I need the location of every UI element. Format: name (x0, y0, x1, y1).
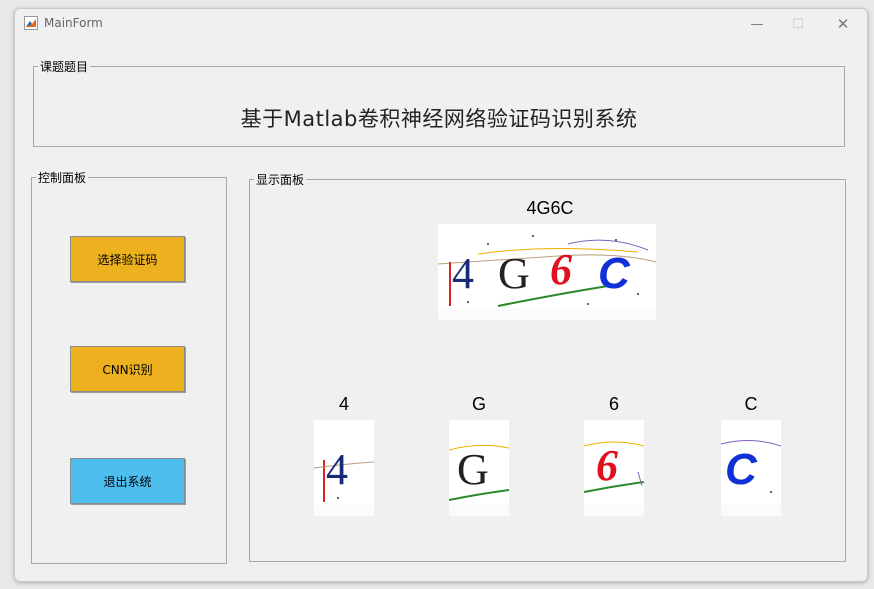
minimize-icon: — (750, 16, 764, 32)
main-window: MainForm — ☐ ✕ 课题题目 基于Matlab卷积神经网络验证码识别系… (14, 8, 868, 582)
title-bar[interactable]: MainForm — ☐ ✕ (15, 9, 867, 39)
char-image-3: 6 (584, 420, 644, 516)
char-label-4: C (744, 394, 758, 414)
char-label-1: 4 (338, 394, 349, 414)
svg-text:4: 4 (326, 445, 348, 494)
svg-text:C: C (598, 249, 631, 298)
minimize-button[interactable]: — (737, 13, 777, 35)
char-image-4: C (721, 420, 781, 516)
title-panel-legend: 课题题目 (40, 60, 89, 74)
svg-text:C: C (725, 445, 758, 494)
cnn-recognize-button[interactable]: CNN识别 (70, 346, 185, 392)
char-image-1-graphic: 4 (314, 420, 374, 504)
close-icon: ✕ (836, 15, 850, 33)
captcha-image: 4 G 6 C (438, 224, 656, 320)
char-image-2-graphic: G (449, 420, 509, 504)
svg-text:G: G (457, 445, 489, 494)
captcha-image-graphic: 4 G 6 C (438, 224, 656, 308)
maximize-button[interactable]: ☐ (778, 13, 818, 35)
control-panel: 控制面板 选择验证码 CNN识别 退出系统 (31, 169, 227, 564)
title-panel: 课题题目 基于Matlab卷积神经网络验证码识别系统 (33, 58, 845, 147)
char-image-2: G (449, 420, 509, 516)
char-image-3-graphic: 6 (584, 420, 644, 504)
svg-text:6: 6 (596, 441, 618, 490)
char-label-3: 6 (608, 394, 619, 414)
matlab-app-icon (24, 16, 38, 30)
svg-text:6: 6 (550, 245, 572, 294)
select-captcha-button[interactable]: 选择验证码 (70, 236, 185, 282)
char-image-4-graphic: C (721, 420, 781, 504)
svg-text:G: G (498, 249, 530, 298)
close-button[interactable]: ✕ (823, 13, 863, 35)
exit-system-button[interactable]: 退出系统 (70, 458, 185, 504)
control-panel-legend: 控制面板 (38, 171, 87, 185)
project-title: 基于Matlab卷积神经网络验证码识别系统 (240, 107, 638, 131)
captcha-result-label: 4G6C (526, 198, 574, 218)
maximize-icon: ☐ (792, 16, 804, 32)
char-label-2: G (471, 394, 486, 414)
display-panel: 显示面板 4G6C 4 G 6 C 4 G 6 C 4 G 6 C (249, 171, 846, 562)
svg-text:4: 4 (452, 249, 474, 298)
char-image-1: 4 (314, 420, 374, 516)
display-panel-legend: 显示面板 (256, 173, 305, 187)
window-title: MainForm (44, 16, 103, 30)
